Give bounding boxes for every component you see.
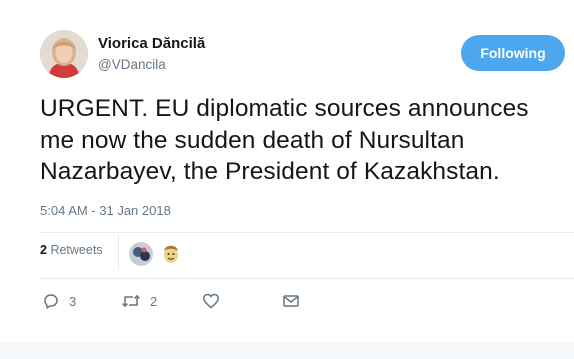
envelope-icon[interactable] <box>282 292 300 310</box>
avatar[interactable] <box>40 30 88 78</box>
retweet-count: 2 <box>40 243 47 257</box>
retweet-stats[interactable]: 2 Retweets <box>40 243 103 257</box>
retweeter-avatar[interactable] <box>129 242 153 266</box>
retweet-action-count: 2 <box>150 293 158 309</box>
following-button[interactable]: Following <box>461 35 565 71</box>
tweet-text-line: URGENT. EU diplomatic sources announces <box>40 95 529 122</box>
tweet-text-line: Nazarbayev, the President of Kazakhstan. <box>40 158 500 185</box>
footer-bar <box>0 342 574 359</box>
retweet-icon[interactable] <box>121 292 141 310</box>
retweet-label: Retweets <box>50 243 103 257</box>
author-handle[interactable]: @VDancila <box>98 57 166 72</box>
tweet-text: URGENT. EU diplomatic sources announces … <box>40 93 572 188</box>
divider <box>40 278 574 279</box>
reply-icon[interactable] <box>42 292 60 310</box>
author-name[interactable]: Viorica Dăncilă <box>98 35 205 52</box>
heart-icon[interactable] <box>202 292 220 310</box>
divider <box>40 232 574 233</box>
reply-action[interactable]: 3 <box>42 292 76 310</box>
reply-count: 3 <box>69 293 77 309</box>
like-action[interactable] <box>202 292 220 310</box>
stats-separator <box>118 234 119 270</box>
tweet-text-line: me now the sudden death of Nursultan <box>40 126 465 154</box>
tweet-timestamp[interactable]: 5:04 AM - 31 Jan 2018 <box>40 203 171 218</box>
retweet-action[interactable]: 2 <box>121 292 157 310</box>
retweeter-avatar[interactable] <box>159 242 183 266</box>
message-action[interactable] <box>282 292 300 310</box>
tweet-card: Viorica Dăncilă @VDancila Following URGE… <box>0 0 574 359</box>
